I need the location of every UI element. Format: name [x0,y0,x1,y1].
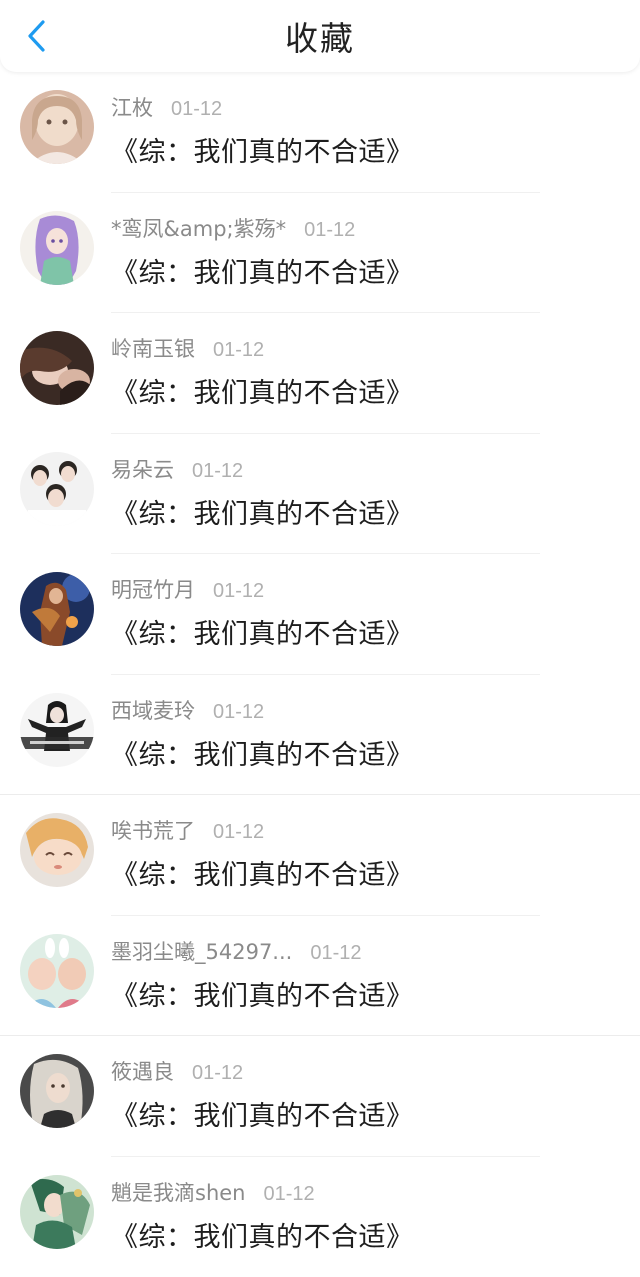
avatar[interactable] [20,693,94,767]
list-item[interactable]: 墨羽尘曦_54297... 01-12 《综：我们真的不合适》 [0,916,640,1037]
back-button[interactable] [18,18,54,54]
username[interactable]: 岭南玉银 [111,333,195,363]
list-item[interactable]: 魈是我滴shen 01-12 《综：我们真的不合适》 [0,1157,640,1277]
username[interactable]: 魈是我滴shen [111,1177,245,1207]
avatar[interactable] [20,331,94,405]
list-item[interactable]: 江枚 01-12 《综：我们真的不合适》 [0,72,640,193]
book-title[interactable]: 《综：我们真的不合适》 [111,492,414,531]
book-title[interactable]: 《综：我们真的不合适》 [111,1094,414,1133]
avatar[interactable] [20,813,94,887]
favorites-list: 江枚 01-12 《综：我们真的不合适》 *鸾凤&amp;紫殇* 01-12 《… [0,72,640,1277]
book-title[interactable]: 《综：我们真的不合适》 [111,853,414,892]
username[interactable]: 唉书荒了 [111,815,195,845]
list-item[interactable]: 易朵云 01-12 《综：我们真的不合适》 [0,434,640,555]
username[interactable]: 易朵云 [111,454,174,484]
date: 01-12 [310,942,361,965]
book-title[interactable]: 《综：我们真的不合适》 [111,130,414,169]
book-title[interactable]: 《综：我们真的不合适》 [111,371,414,410]
username[interactable]: 西域麦玲 [111,695,195,725]
avatar[interactable] [20,211,94,285]
date: 01-12 [263,1183,314,1206]
username[interactable]: *鸾凤&amp;紫殇* [111,213,286,243]
book-title[interactable]: 《综：我们真的不合适》 [111,733,414,772]
page-title: 收藏 [285,12,355,60]
avatar[interactable] [20,934,94,1008]
book-title[interactable]: 《综：我们真的不合适》 [111,1215,414,1254]
list-item[interactable]: *鸾凤&amp;紫殇* 01-12 《综：我们真的不合适》 [0,193,640,314]
username[interactable]: 明冠竹月 [111,574,195,604]
date: 01-12 [213,580,264,603]
avatar[interactable] [20,90,94,164]
username[interactable]: 江枚 [111,92,153,122]
list-item[interactable]: 唉书荒了 01-12 《综：我们真的不合适》 [0,795,640,916]
avatar[interactable] [20,1054,94,1128]
avatar[interactable] [20,572,94,646]
list-item[interactable]: 筱遇良 01-12 《综：我们真的不合适》 [0,1036,640,1157]
list-item[interactable]: 西域麦玲 01-12 《综：我们真的不合适》 [0,675,640,796]
date: 01-12 [213,339,264,362]
username[interactable]: 筱遇良 [111,1056,174,1086]
book-title[interactable]: 《综：我们真的不合适》 [111,251,414,290]
username[interactable]: 墨羽尘曦_54297... [111,936,292,966]
book-title[interactable]: 《综：我们真的不合适》 [111,612,414,651]
date: 01-12 [304,219,355,242]
date: 01-12 [192,460,243,483]
list-item[interactable]: 明冠竹月 01-12 《综：我们真的不合适》 [0,554,640,675]
date: 01-12 [192,1062,243,1085]
top-bar: 收藏 [0,0,640,72]
list-item[interactable]: 岭南玉银 01-12 《综：我们真的不合适》 [0,313,640,434]
avatar[interactable] [20,452,94,526]
book-title[interactable]: 《综：我们真的不合适》 [111,974,414,1013]
date: 01-12 [213,821,264,844]
date: 01-12 [213,701,264,724]
avatar[interactable] [20,1175,94,1249]
chevron-left-icon [25,19,47,53]
date: 01-12 [171,98,222,121]
